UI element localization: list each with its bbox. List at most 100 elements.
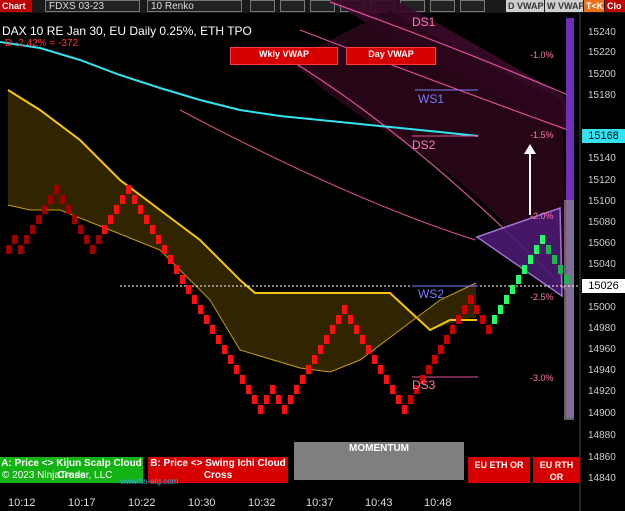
renko-brick	[126, 185, 131, 194]
renko-brick	[192, 295, 197, 304]
renko-brick	[396, 395, 401, 404]
pct-label-5: -3.0%	[530, 373, 554, 383]
renko-brick	[72, 215, 77, 224]
ds2-label: DS2	[412, 138, 436, 152]
renko-brick	[558, 265, 563, 274]
renko-brick	[54, 185, 59, 194]
y-tick: 14920	[588, 386, 616, 397]
x-tick: 10:48	[424, 497, 452, 509]
price-chart[interactable]	[0, 0, 625, 511]
renko-brick	[108, 215, 113, 224]
renko-brick	[522, 265, 527, 274]
pct-label-1: -1.0%	[530, 50, 554, 60]
renko-brick	[504, 295, 509, 304]
last-price-tag: 15026	[582, 279, 625, 293]
renko-brick	[198, 305, 203, 314]
renko-brick	[324, 335, 329, 344]
ws1-label: WS1	[418, 92, 445, 106]
renko-brick	[546, 245, 551, 254]
renko-brick	[66, 205, 71, 214]
renko-brick	[162, 245, 167, 254]
pct-label-3: -2.0%	[530, 211, 554, 221]
y-tick: 14940	[588, 365, 616, 376]
renko-brick	[468, 295, 473, 304]
momentum-panel[interactable]: MOMENTUM	[294, 442, 464, 480]
y-tick: 15080	[588, 217, 616, 228]
renko-brick	[300, 375, 305, 384]
renko-brick	[564, 275, 569, 284]
renko-brick	[336, 315, 341, 324]
renko-brick	[474, 305, 479, 314]
renko-brick	[294, 385, 299, 394]
y-tick: 15180	[588, 90, 616, 101]
renko-brick	[12, 235, 17, 244]
volume-profile-gray	[564, 200, 574, 420]
renko-brick	[282, 405, 287, 414]
renko-brick	[432, 355, 437, 364]
renko-brick	[408, 395, 413, 404]
x-tick: 10:12	[8, 497, 36, 509]
renko-brick	[168, 255, 173, 264]
y-tick: 15200	[588, 69, 616, 80]
y-tick: 14900	[588, 408, 616, 419]
copyright-text: © 2023 NinjaTrader, LLC	[2, 470, 113, 481]
renko-brick	[402, 405, 407, 414]
renko-brick	[330, 325, 335, 334]
eu-rth-or-label: EU RTH OR	[539, 460, 574, 482]
renko-brick	[42, 205, 47, 214]
renko-brick	[222, 345, 227, 354]
renko-brick	[552, 255, 557, 264]
renko-brick	[378, 365, 383, 374]
renko-brick	[276, 395, 281, 404]
renko-brick	[444, 335, 449, 344]
x-tick: 10:32	[248, 497, 276, 509]
pct-label-2: -1.5%	[530, 130, 554, 140]
renko-brick	[234, 365, 239, 374]
renko-brick	[372, 355, 377, 364]
renko-brick	[366, 345, 371, 354]
renko-brick	[90, 245, 95, 254]
renko-brick	[120, 195, 125, 204]
renko-brick	[138, 205, 143, 214]
y-tick: 15060	[588, 238, 616, 249]
renko-brick	[258, 405, 263, 414]
renko-brick	[24, 235, 29, 244]
renko-brick	[252, 395, 257, 404]
y-tick: 14880	[588, 430, 616, 441]
ds1-label: DS1	[412, 15, 436, 29]
renko-brick	[30, 225, 35, 234]
renko-brick	[426, 365, 431, 374]
weekly-vwap-button[interactable]: Wkly VWAP	[230, 47, 338, 65]
renko-brick	[342, 305, 347, 314]
renko-brick	[180, 275, 185, 284]
renko-brick	[510, 285, 515, 294]
ws2-label: WS2	[418, 287, 445, 301]
renko-brick	[456, 315, 461, 324]
renko-brick	[36, 215, 41, 224]
eu-eth-or-button[interactable]: EU ETH OR	[468, 457, 530, 483]
renko-brick	[60, 195, 65, 204]
renko-brick	[270, 385, 275, 394]
watermark-text: www.fin-alg.com	[120, 477, 179, 486]
renko-brick	[312, 355, 317, 364]
renko-brick	[288, 395, 293, 404]
renko-brick	[96, 235, 101, 244]
y-tick: 15000	[588, 302, 616, 313]
y-tick: 14980	[588, 323, 616, 334]
eu-eth-or-label: EU ETH OR	[474, 460, 524, 470]
x-tick: 10:37	[306, 497, 334, 509]
renko-brick	[486, 325, 491, 334]
renko-brick	[480, 315, 485, 324]
renko-brick	[498, 305, 503, 314]
renko-brick	[132, 195, 137, 204]
renko-brick	[174, 265, 179, 274]
renko-brick	[264, 395, 269, 404]
day-vwap-button[interactable]: Day VWAP	[346, 47, 436, 65]
renko-brick	[534, 245, 539, 254]
eu-rth-or-button[interactable]: EU RTH OR	[533, 457, 580, 483]
renko-brick	[360, 335, 365, 344]
renko-brick	[450, 325, 455, 334]
renko-brick	[348, 315, 353, 324]
momentum-label: MOMENTUM	[349, 443, 409, 454]
y-tick: 15220	[588, 47, 616, 58]
